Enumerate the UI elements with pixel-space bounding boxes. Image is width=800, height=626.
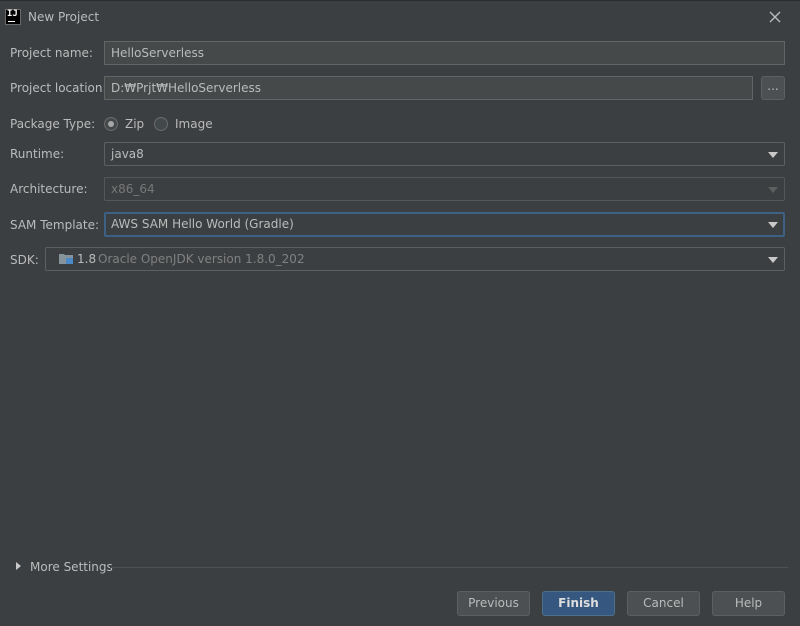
package-type-label: Package Type: [10,117,96,131]
radio-zip[interactable] [104,117,118,131]
project-location-label: Project location: [10,81,107,95]
runtime-value: java8 [111,147,144,161]
radio-image-label[interactable]: Image [175,117,213,131]
finish-button[interactable]: Finish [542,591,615,616]
more-settings-divider [110,567,788,568]
architecture-value: x86_64 [111,182,155,196]
runtime-label: Runtime: [10,147,65,161]
intellij-app-icon: IJ [5,9,21,25]
title-bar: IJ New Project [0,0,800,34]
more-settings-toggle[interactable]: More Settings [30,560,113,574]
radio-zip-label[interactable]: Zip [125,117,144,131]
runtime-dropdown[interactable]: java8 [104,142,785,166]
sdk-dropdown[interactable]: 1.8 Oracle OpenJDK version 1.8.0_202 [45,247,785,271]
chevron-down-icon [768,152,778,158]
cancel-button[interactable]: Cancel [627,591,700,616]
sam-template-value: AWS SAM Hello World (Gradle) [111,217,294,231]
sdk-description: Oracle OpenJDK version 1.8.0_202 [98,252,305,266]
architecture-dropdown: x86_64 [104,177,785,201]
project-name-label: Project name: [10,46,93,60]
sam-template-label: SAM Template: [10,218,100,232]
project-location-input[interactable]: D:₩Prjt₩HelloServerless [104,76,753,100]
folder-icon [59,254,73,264]
help-button[interactable]: Help [712,591,785,616]
chevron-down-icon [768,187,778,193]
close-icon [769,11,781,23]
close-button[interactable] [766,8,784,26]
chevron-down-icon [768,257,778,263]
chevron-right-icon[interactable] [16,562,21,570]
sdk-label: SDK: [10,253,39,267]
sam-template-dropdown[interactable]: AWS SAM Hello World (Gradle) [104,212,785,237]
sdk-version: 1.8 [77,252,97,266]
window-title: New Project [28,10,100,24]
app-icon-text: IJ [7,9,18,19]
browse-button[interactable]: ... [761,76,785,100]
chevron-down-icon [768,222,778,228]
architecture-label: Architecture: [10,182,88,196]
previous-button[interactable]: Previous [457,591,530,616]
radio-image[interactable] [154,117,168,131]
project-name-input[interactable]: HelloServerless [104,41,785,65]
